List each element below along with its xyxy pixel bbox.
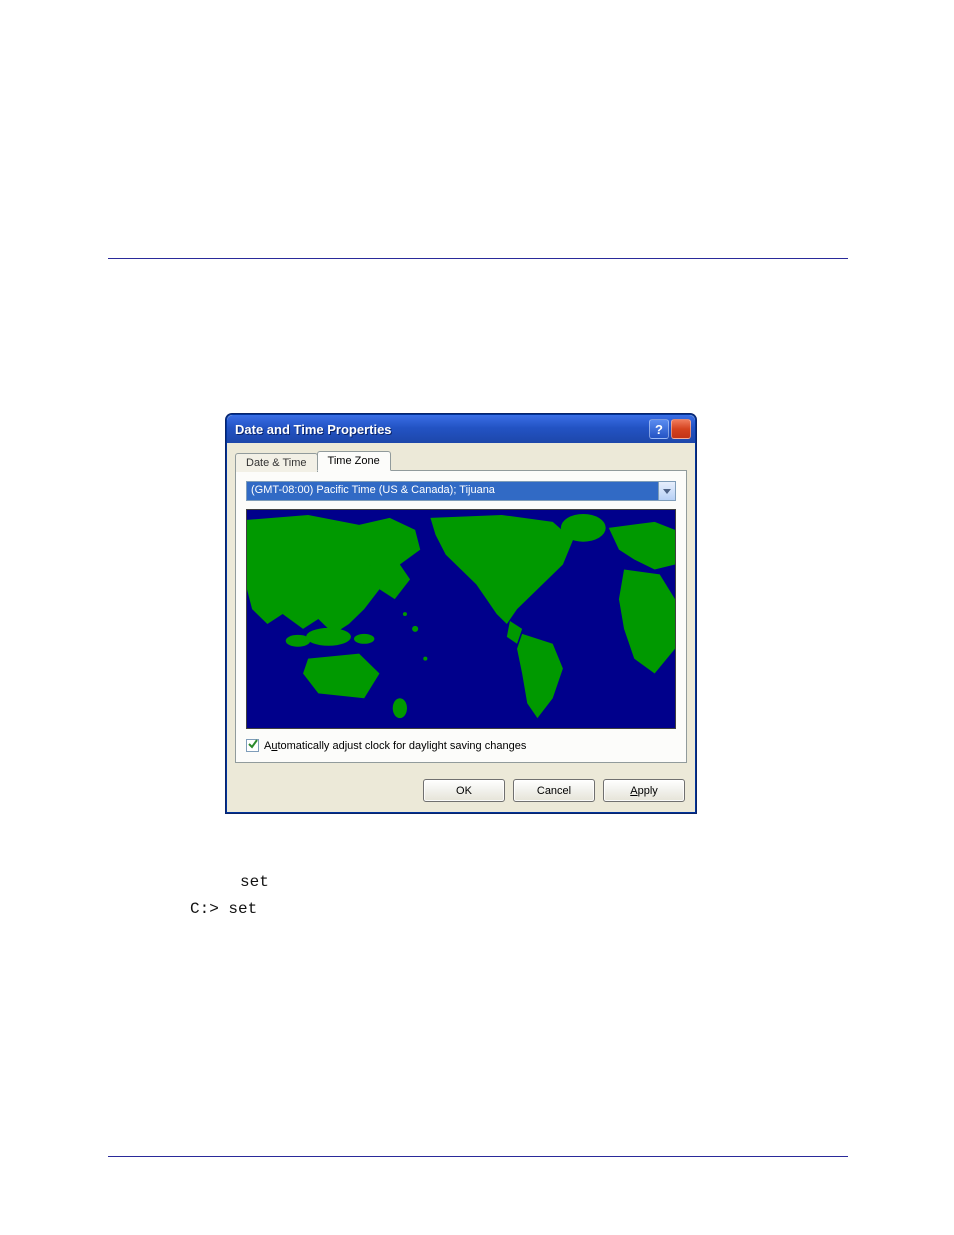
code-text-set: set — [240, 873, 269, 891]
tab-time-zone[interactable]: Time Zone — [317, 451, 391, 471]
ok-button[interactable]: OK — [423, 779, 505, 802]
chevron-down-icon — [663, 482, 671, 500]
button-label: OK — [456, 785, 472, 797]
world-map — [246, 509, 676, 729]
timezone-select-value: (GMT-08:00) Pacific Time (US & Canada); … — [247, 482, 658, 500]
tab-label: Time Zone — [328, 455, 380, 467]
dropdown-arrow[interactable] — [658, 482, 675, 500]
dialog-button-row: OK Cancel Apply — [227, 771, 695, 812]
help-button[interactable]: ? — [649, 419, 669, 439]
dst-checkbox-label[interactable]: Automatically adjust clock for daylight … — [264, 740, 526, 752]
apply-button[interactable]: Apply — [603, 779, 685, 802]
check-icon — [248, 739, 258, 752]
titlebar: Date and Time Properties ? — [227, 415, 695, 443]
close-button[interactable] — [671, 419, 691, 439]
code-text-prompt: C:> set — [190, 900, 257, 918]
dst-checkbox[interactable] — [246, 739, 259, 752]
divider-bottom — [108, 1156, 848, 1157]
button-label: Apply — [630, 785, 658, 797]
divider-top — [108, 258, 848, 259]
timezone-select[interactable]: (GMT-08:00) Pacific Time (US & Canada); … — [246, 481, 676, 501]
tab-label: Date & Time — [246, 457, 307, 469]
help-icon: ? — [655, 422, 663, 437]
window-title: Date and Time Properties — [235, 422, 647, 437]
cancel-button[interactable]: Cancel — [513, 779, 595, 802]
date-time-properties-dialog: Date and Time Properties ? Date & Time T… — [226, 414, 696, 813]
tab-strip: Date & Time Time Zone — [227, 443, 695, 470]
dst-checkbox-row: Automatically adjust clock for daylight … — [246, 739, 676, 752]
time-zone-panel: (GMT-08:00) Pacific Time (US & Canada); … — [235, 470, 687, 763]
tab-date-time[interactable]: Date & Time — [235, 453, 318, 472]
button-label: Cancel — [537, 785, 571, 797]
